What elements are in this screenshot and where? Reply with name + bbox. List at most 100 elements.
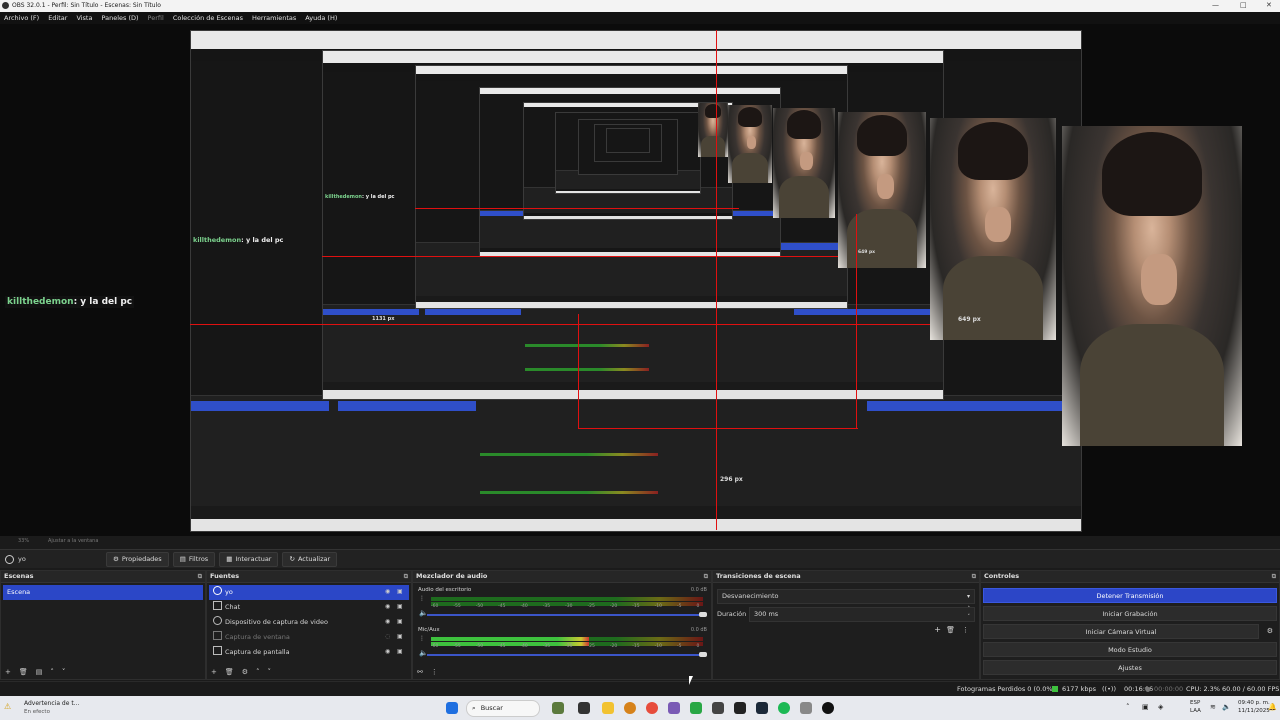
bell-icon[interactable]: 🔔: [1268, 703, 1277, 711]
settings-app-icon[interactable]: [800, 702, 812, 714]
brave-browser-icon[interactable]: [624, 702, 636, 714]
webcam-feed-5: [728, 105, 772, 183]
whatsapp-icon[interactable]: [690, 702, 702, 714]
scale-mode[interactable]: Ajustar a la ventana: [48, 538, 98, 544]
windows-start-icon[interactable]: [446, 702, 458, 714]
app-icon[interactable]: [712, 702, 724, 714]
lock-icon[interactable]: ▣: [397, 649, 403, 655]
source-item-screen-capture[interactable]: Captura de pantalla ◉ ▣: [209, 645, 409, 660]
close-icon[interactable]: ✕: [1266, 1, 1272, 9]
source-item-chat[interactable]: Chat ◉ ▣: [209, 600, 409, 615]
chevron-down-icon[interactable]: ˅: [268, 668, 272, 676]
source-item-video-capture[interactable]: Dispositivo de captura de video ◉ ▣: [209, 615, 409, 630]
menu-editar[interactable]: Editar: [48, 14, 67, 22]
gear-icon[interactable]: ⚙: [1267, 627, 1273, 635]
spotify-icon[interactable]: [778, 702, 790, 714]
eye-icon[interactable]: ◉: [385, 604, 391, 610]
spin-arrows-icon[interactable]: ˄ ˅: [968, 605, 971, 621]
chevron-up-icon[interactable]: ˄: [50, 668, 54, 676]
notification-title[interactable]: Advertencia de t...: [24, 700, 79, 707]
chevron-down-icon[interactable]: ˅: [62, 668, 66, 676]
steam-icon[interactable]: [756, 702, 768, 714]
kebab-menu-icon[interactable]: ⋮: [962, 626, 969, 634]
dock-undock-icon[interactable]: ⧉: [198, 571, 202, 582]
scene-item[interactable]: Escena: [3, 585, 203, 600]
volume-slider-handle[interactable]: [699, 612, 707, 617]
menu-vista[interactable]: Vista: [76, 14, 92, 22]
interact-button[interactable]: ▦ Interactuar: [219, 551, 279, 567]
start-virtual-camera-button[interactable]: Iniciar Cámara Virtual: [983, 624, 1259, 639]
link-icon[interactable]: ⚯: [417, 668, 423, 676]
dock-undock-icon[interactable]: ⧉: [972, 571, 976, 582]
eye-icon[interactable]: ◉: [385, 589, 391, 595]
tray-app-icon[interactable]: ▣: [1142, 703, 1149, 711]
lock-icon[interactable]: ▣: [397, 634, 403, 640]
source-item-yo[interactable]: yo ◉ ▣: [209, 585, 409, 600]
clock-time[interactable]: 09:40 p. m.: [1238, 700, 1270, 706]
firefox-icon[interactable]: [646, 702, 658, 714]
eye-icon[interactable]: ◉: [385, 649, 391, 655]
minimize-icon[interactable]: —: [1212, 1, 1219, 9]
source-label: yo: [225, 588, 233, 596]
eye-icon[interactable]: ◉: [385, 619, 391, 625]
task-view-icon[interactable]: [578, 702, 590, 714]
menu-ayuda[interactable]: Ayuda (H): [305, 14, 337, 22]
filter-icon[interactable]: ▤: [36, 668, 43, 676]
start-recording-button[interactable]: Iniciar Grabación: [983, 606, 1277, 621]
dock-undock-icon[interactable]: ⧉: [1272, 571, 1276, 582]
chevron-up-icon[interactable]: ˄: [256, 668, 260, 676]
camera-icon: [5, 554, 14, 564]
app-icon[interactable]: [668, 702, 680, 714]
trash-icon[interactable]: 🗑: [19, 668, 28, 676]
stop-streaming-button[interactable]: Detener Transmisión: [983, 588, 1277, 603]
add-icon[interactable]: +: [211, 668, 217, 676]
red-guide-horizontal: [415, 208, 739, 209]
wifi-icon[interactable]: ≋: [1210, 703, 1216, 711]
taskbar-search[interactable]: ⌕ Buscar: [466, 700, 540, 717]
media-player-icon[interactable]: [822, 702, 834, 714]
properties-button[interactable]: ⚙ Propiedades: [106, 551, 169, 567]
preview-canvas[interactable]: killthedemon: y la del pc killthedemon: …: [0, 24, 1280, 536]
db-tick-label: -60: [431, 644, 439, 649]
add-icon[interactable]: +: [5, 668, 11, 676]
lock-icon[interactable]: ▣: [397, 589, 403, 595]
widgets-icon[interactable]: [552, 702, 564, 714]
filters-button[interactable]: ▤ Filtros: [172, 551, 216, 567]
menu-herramientas[interactable]: Herramientas: [252, 14, 296, 22]
source-item-window-capture[interactable]: Captura de ventana ◌ ▣: [209, 630, 409, 645]
tray-app-icon[interactable]: ◈: [1158, 703, 1163, 711]
language-indicator[interactable]: ESP: [1190, 700, 1200, 706]
menu-perfil[interactable]: Perfil: [148, 14, 164, 22]
duration-input[interactable]: 300 ms ˄ ˅: [749, 605, 975, 622]
volume-slider[interactable]: [427, 614, 703, 616]
menu-coleccion-escenas[interactable]: Colección de Escenas: [173, 14, 243, 22]
obs-icon[interactable]: [734, 702, 746, 714]
db-scale: -60 -55 -50 -45 -40 -35 -30 -25 -20 -15 -10 -5 0: [431, 604, 699, 609]
volume-icon[interactable]: 🔈: [1222, 703, 1231, 711]
menu-archivo[interactable]: Archivo (F): [4, 14, 39, 22]
kebab-menu-icon[interactable]: ⋮: [431, 668, 438, 676]
studio-mode-button[interactable]: Modo Estudio: [983, 642, 1277, 657]
db-tick-label: -20: [609, 644, 618, 649]
menu-paneles[interactable]: Paneles (D): [101, 14, 138, 22]
volume-slider-handle[interactable]: [699, 652, 707, 657]
refresh-button[interactable]: ↻ Actualizar: [282, 551, 338, 567]
kebab-menu-icon[interactable]: ⋮: [419, 635, 425, 642]
volume-slider[interactable]: [427, 654, 703, 656]
add-icon[interactable]: +: [934, 625, 941, 634]
lock-icon[interactable]: ▣: [397, 619, 403, 625]
eye-off-icon[interactable]: ◌: [385, 634, 391, 640]
lock-icon[interactable]: ▣: [397, 604, 403, 610]
chevron-up-icon[interactable]: ˄: [1126, 703, 1130, 711]
kebab-menu-icon[interactable]: ⋮: [419, 595, 425, 602]
maximize-icon[interactable]: □: [1240, 1, 1247, 9]
trash-icon[interactable]: 🗑: [946, 626, 955, 634]
dock-undock-icon[interactable]: ⧉: [704, 571, 708, 582]
settings-button[interactable]: Ajustes: [983, 660, 1277, 675]
transition-type-select[interactable]: Desvanecimiento ▾: [717, 589, 975, 604]
transitions-header: Transiciones de escena ⧉: [713, 571, 979, 583]
file-explorer-icon[interactable]: [602, 702, 614, 714]
trash-icon[interactable]: 🗑: [225, 668, 234, 676]
dock-undock-icon[interactable]: ⧉: [404, 571, 408, 582]
gear-icon[interactable]: ⚙: [242, 668, 248, 676]
